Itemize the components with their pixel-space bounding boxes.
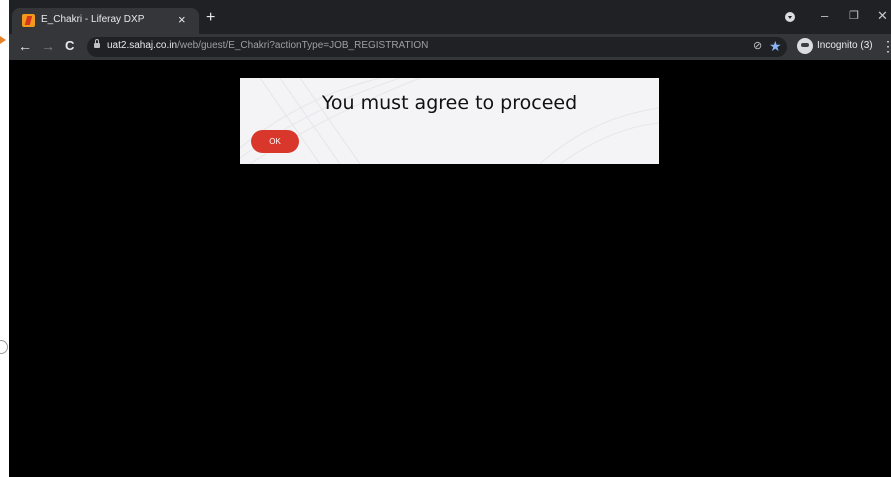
browser-window: E_Chakri - Liferay DXP × + – ❐ ✕ ← → C u… <box>9 0 891 477</box>
close-window-button[interactable]: ✕ <box>877 8 888 24</box>
ok-button[interactable]: OK <box>251 130 299 153</box>
alert-dialog: You must agree to proceed OK <box>240 78 659 164</box>
minimize-button[interactable]: – <box>821 8 828 24</box>
browser-toolbar: ← → C uat2.sahaj.co.in/web/guest/E_Chakr… <box>9 34 891 60</box>
new-tab-button[interactable]: + <box>206 10 215 26</box>
incognito-icon[interactable] <box>797 38 813 54</box>
restore-button[interactable]: ❐ <box>849 8 859 24</box>
orange-arrow-icon <box>0 36 6 44</box>
page-content: You must agree to proceed OK <box>9 60 891 477</box>
back-button[interactable]: ← <box>18 38 32 54</box>
browser-menu-icon[interactable]: ⋮ <box>881 38 891 54</box>
tracking-blocked-icon[interactable]: ⊘ <box>753 41 763 52</box>
bookmark-star-icon[interactable]: ★ <box>769 38 782 54</box>
address-bar[interactable]: uat2.sahaj.co.in/web/guest/E_Chakri?acti… <box>87 37 787 57</box>
url-host: uat2.sahaj.co.in <box>107 40 178 51</box>
desktop-left-strip <box>0 0 9 477</box>
incognito-label[interactable]: Incognito (3) <box>817 40 873 51</box>
url-path: /web/guest/E_Chakri?actionType=JOB_REGIS… <box>177 40 429 51</box>
url-text[interactable]: uat2.sahaj.co.in/web/guest/E_Chakri?acti… <box>107 40 428 51</box>
lock-icon[interactable] <box>94 39 100 48</box>
liferay-favicon-icon <box>22 14 35 27</box>
dialog-background-pattern <box>240 78 659 164</box>
tab-title: E_Chakri - Liferay DXP <box>41 14 145 25</box>
tab-strip: E_Chakri - Liferay DXP × + – ❐ ✕ <box>9 0 891 34</box>
tab-search-icon[interactable] <box>785 12 795 22</box>
forward-button[interactable]: → <box>41 38 55 54</box>
tab-e-chakri[interactable]: E_Chakri - Liferay DXP × <box>12 8 199 34</box>
tab-close-icon[interactable]: × <box>178 12 186 28</box>
dialog-message: You must agree to proceed <box>321 92 578 114</box>
circle-icon <box>0 340 8 354</box>
reload-button[interactable]: C <box>65 38 74 54</box>
